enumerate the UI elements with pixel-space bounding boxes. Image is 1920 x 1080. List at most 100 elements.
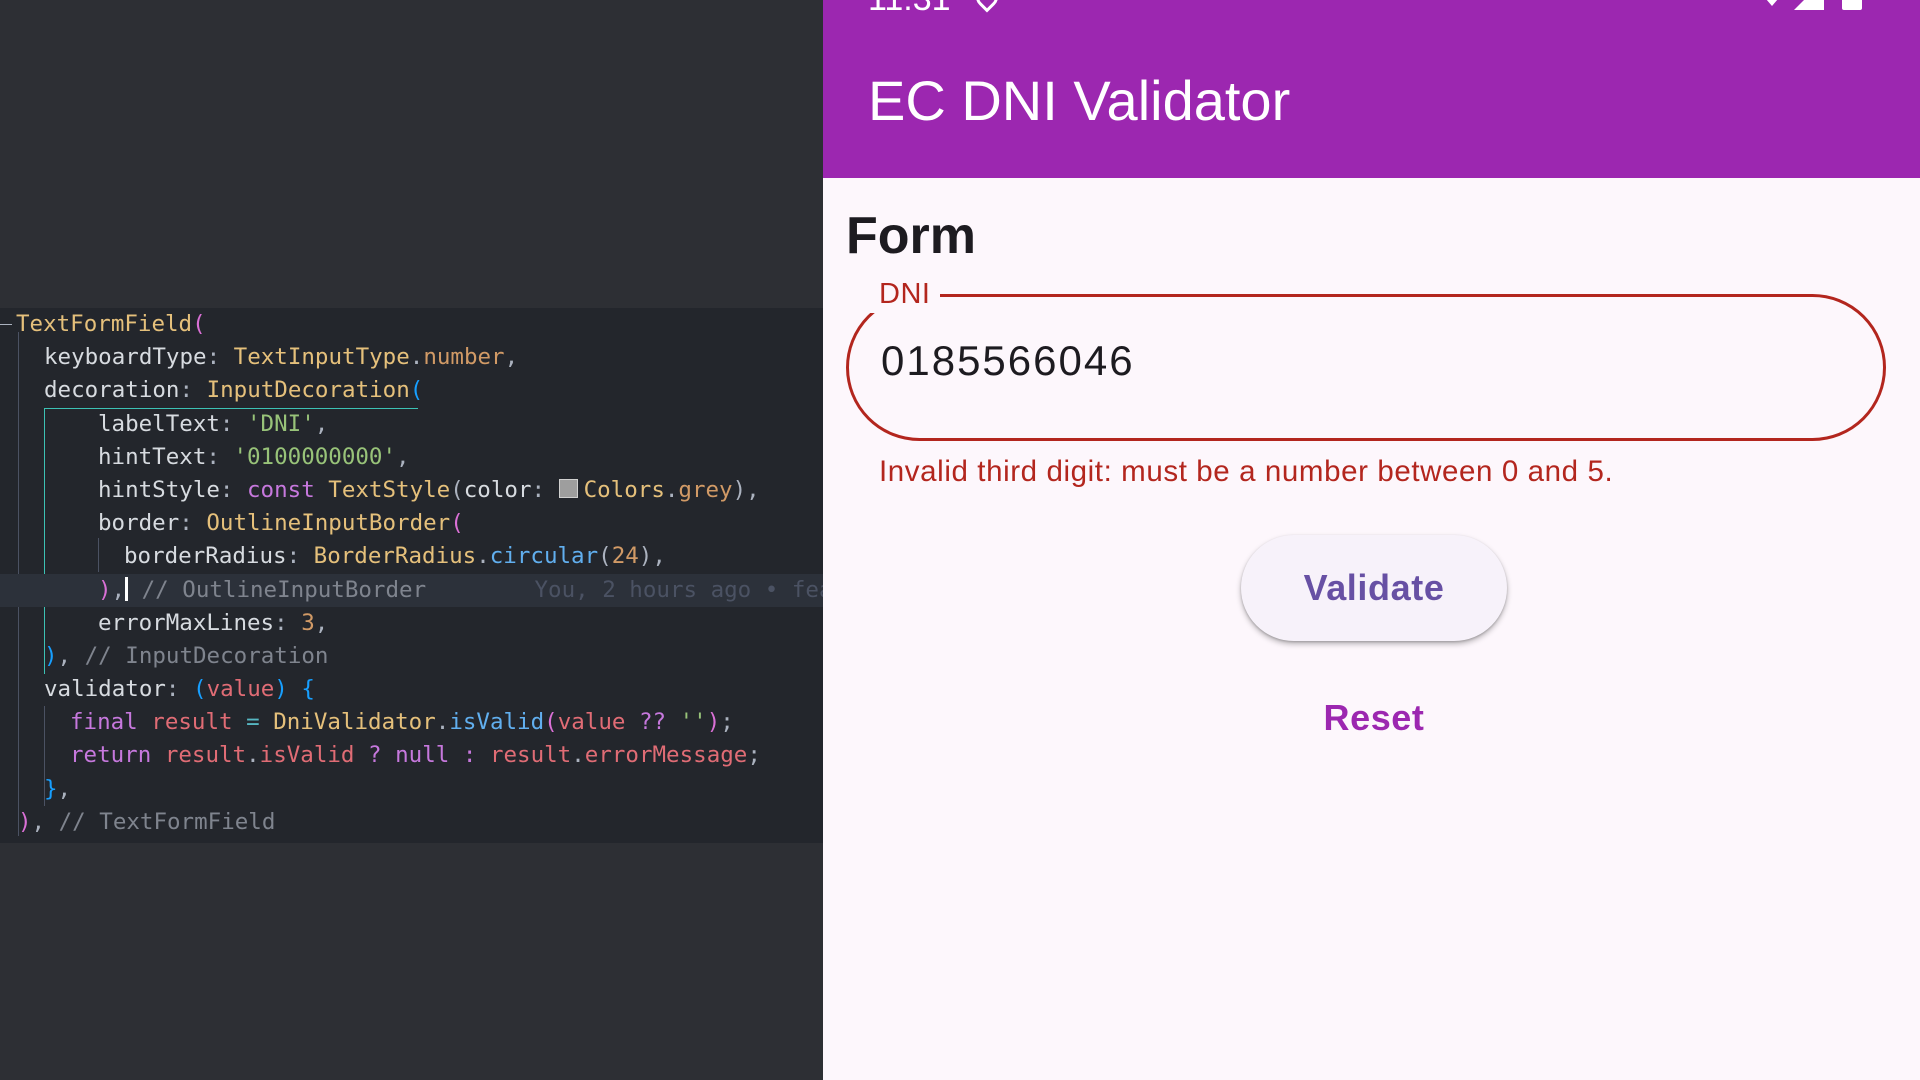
status-time: 11:31 (868, 0, 951, 19)
app-title: EC DNI Validator (868, 69, 1291, 132)
code-token: // TextFormField (58, 808, 276, 835)
code-line: labelText: 'DNI', (0, 408, 823, 441)
code-token: ) (44, 642, 58, 669)
code-token: . (571, 742, 585, 769)
code-token: ) (18, 808, 32, 835)
code-token: number (423, 344, 505, 371)
dni-field[interactable]: DNI (846, 275, 1886, 441)
code-token: ) (98, 576, 112, 603)
code-token: null (395, 742, 450, 769)
code-token: . (476, 543, 490, 570)
code-token: . (409, 344, 424, 371)
code-token: result (164, 742, 247, 769)
code-line: return result.isValid ? null : result.er… (0, 739, 823, 772)
code-token: errorMessage (584, 742, 748, 769)
code-line: decoration: InputDecoration( (0, 374, 823, 407)
code-token: borderRadius (124, 543, 287, 570)
signal-icon (1794, 0, 1824, 10)
code-token: , (396, 443, 410, 470)
code-token: value (557, 709, 626, 736)
code-token: color (463, 476, 532, 503)
code-token: labelText (98, 410, 220, 437)
code-line: ), // TextFormField (0, 806, 823, 839)
code-token: ( (192, 311, 206, 337)
code-token: : (165, 676, 194, 703)
code-token: } (44, 775, 58, 802)
code-token: : (531, 476, 559, 503)
code-token: grey (678, 476, 733, 503)
code-line: keyboardType: TextInputType.number, (0, 341, 823, 374)
code-token: . (246, 742, 260, 769)
code-token: : (274, 609, 302, 636)
code-token: '' (679, 709, 707, 736)
code-token: return (70, 742, 165, 769)
code-token: , (57, 775, 72, 802)
code-line-active: ), // OutlineInputBorder You, 2 hours ag… (0, 573, 823, 607)
code-area[interactable]: TextFormField( keyboardType: TextInputTy… (0, 308, 823, 839)
code-token: ?? (625, 709, 680, 736)
code-token: 'DNI' (247, 410, 315, 437)
code-token: , (57, 642, 85, 669)
code-token: ), (638, 543, 666, 570)
code-token: , (314, 410, 329, 437)
code-token: , (31, 808, 59, 835)
app-screen: 11:31 EC DNI Validator Form DNI Invalid … (823, 0, 1920, 1080)
code-token: circular (489, 543, 599, 570)
code-token: 3 (301, 609, 315, 636)
code-token: ( (450, 476, 464, 503)
code-token: hintText (98, 443, 207, 470)
color-swatch-icon[interactable] (558, 478, 578, 498)
code-token: ) (706, 709, 721, 736)
code-token: isValid (449, 709, 545, 736)
code-token: : (219, 410, 248, 437)
code-token: ( (409, 377, 424, 404)
code-editor[interactable]: TextFormField( keyboardType: TextInputTy… (0, 0, 823, 1080)
code-token: : (219, 476, 248, 503)
status-icons (1766, 0, 1862, 10)
code-token: , (111, 576, 126, 603)
code-token: . (664, 476, 679, 503)
code-token: TextStyle (328, 476, 451, 503)
code-token: : (206, 344, 234, 371)
code-token: { (301, 676, 315, 703)
validate-button[interactable]: Validate (1241, 535, 1507, 641)
code-token: InputDecoration (206, 377, 410, 404)
code-token: final (70, 709, 152, 736)
code-line: errorMaxLines: 3, (0, 607, 823, 640)
code-token: decoration (44, 377, 180, 404)
wifi-icon (1766, 0, 1778, 6)
code-token: ), (732, 476, 760, 503)
code-token: value (206, 676, 275, 703)
code-token: // OutlineInputBorder (128, 576, 427, 603)
code-token: ( (544, 709, 558, 736)
code-token: , (314, 609, 329, 636)
form-title: Form (846, 207, 976, 265)
code-token: ; (747, 742, 761, 769)
code-token: TextFormField (16, 311, 193, 337)
code-token: const (247, 476, 329, 503)
code-token: isValid (259, 742, 355, 769)
code-token: // InputDecoration (84, 642, 329, 669)
code-line: hintStyle: const TextStyle(color: Colors… (0, 474, 823, 507)
code-token: Colors (583, 476, 665, 503)
code-line: border: OutlineInputBorder( (0, 507, 823, 540)
code-token: OutlineInputBorder (206, 510, 451, 537)
code-line: borderRadius: BorderRadius.circular(24), (0, 540, 823, 573)
code-token: ) (274, 676, 288, 703)
reset-button[interactable]: Reset (1241, 680, 1507, 756)
code-line: }, (0, 773, 823, 806)
code-line: TextFormField( (0, 308, 823, 341)
dni-field-label: DNI (869, 275, 941, 313)
code-token: '0100000000' (233, 443, 397, 470)
code-token: validator (44, 676, 166, 703)
battery-icon (1842, 0, 1862, 10)
code-line: final result = DniValidator.isValid(valu… (0, 706, 823, 739)
dni-input[interactable] (881, 337, 1781, 385)
error-message: Invalid third digit: must be a number be… (879, 455, 1614, 488)
code-token: result (151, 709, 233, 736)
code-token: : (206, 443, 234, 470)
code-line: validator: (value) { (0, 673, 823, 706)
code-token: BorderRadius (313, 543, 477, 570)
code-token: hintStyle (98, 476, 220, 503)
